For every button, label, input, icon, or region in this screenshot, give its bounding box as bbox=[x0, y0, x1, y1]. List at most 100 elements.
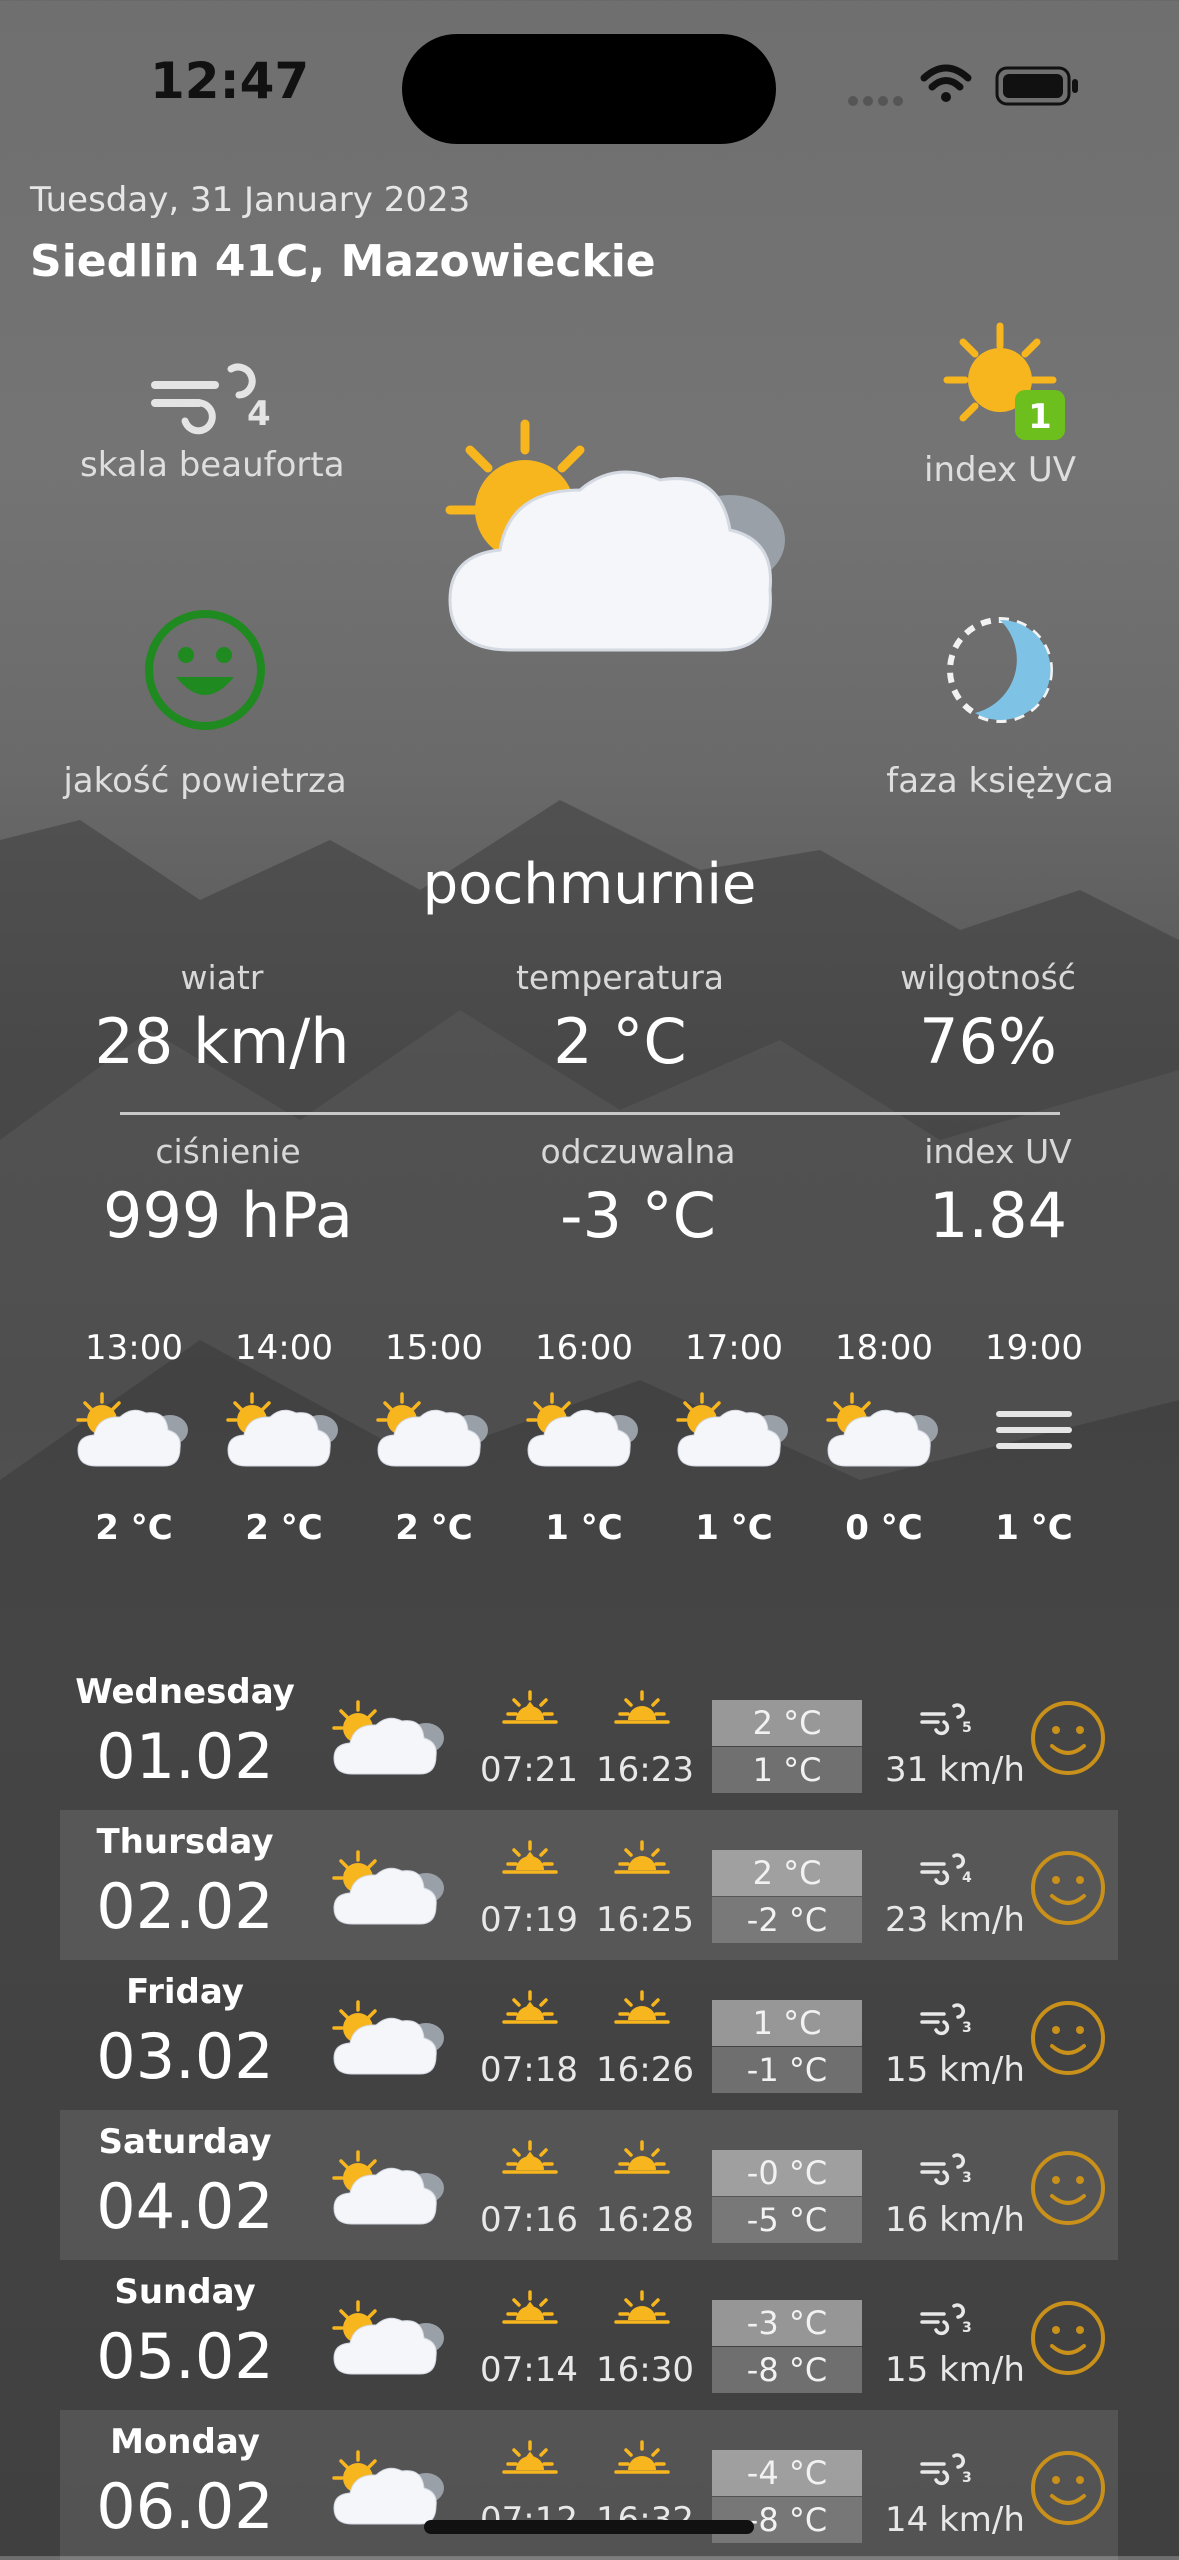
feels-like-stat: odczuwalna -3 °C bbox=[478, 1132, 798, 1252]
pressure-stat: ciśnienie 999 hPa bbox=[68, 1132, 388, 1252]
sunrise-time: 07:18 bbox=[480, 2050, 578, 2090]
day-date: 06.02 bbox=[96, 2470, 274, 2543]
daily-row[interactable]: Sunday 05.02 07:14 16:30 -3 °C -8 °C 15 km/h 3 bbox=[60, 2260, 1118, 2410]
daily-row[interactable]: Saturday 04.02 07:16 16:28 -0 °C -5 °C 16 km/h… bbox=[60, 2110, 1118, 2260]
wind-value: 28 km/h bbox=[94, 1005, 350, 1078]
humidity-value: 76% bbox=[919, 1005, 1057, 1078]
wind-speed: 15 km/h bbox=[885, 2350, 1025, 2390]
hourly-temp: 1 °C bbox=[695, 1508, 773, 1548]
day-date: 02.02 bbox=[96, 1870, 274, 1943]
feels-like-label: odczuwalna bbox=[540, 1132, 736, 1171]
svg-text:4: 4 bbox=[962, 1870, 972, 1886]
max-temp: -4 °C bbox=[712, 2450, 862, 2496]
air-quality-face-icon bbox=[1028, 1848, 1108, 1932]
max-temp: 2 °C bbox=[712, 1700, 862, 1746]
uv-widget[interactable]: 1 index UV bbox=[880, 320, 1120, 490]
min-temp: -1 °C bbox=[712, 2047, 862, 2093]
hourly-item: 14:00 2 °C bbox=[209, 1328, 359, 1548]
status-bar: 12:47 bbox=[0, 0, 1179, 170]
sunset-time: 16:30 bbox=[596, 2350, 694, 2390]
svg-text:3: 3 bbox=[962, 2170, 972, 2186]
wind-speed: 23 km/h bbox=[885, 1900, 1025, 1940]
air-quality-widget[interactable]: jakość powietrza bbox=[60, 605, 350, 801]
sunrise-icon bbox=[500, 2140, 560, 2184]
sunset-icon bbox=[612, 1840, 672, 1884]
hourly-time: 18:00 bbox=[835, 1328, 933, 1368]
max-temp: -0 °C bbox=[712, 2150, 862, 2196]
humidity-label: wilgotność bbox=[900, 958, 1076, 997]
partly-cloudy-icon bbox=[374, 1390, 494, 1474]
hourly-time: 17:00 bbox=[685, 1328, 783, 1368]
sunset-icon bbox=[612, 2290, 672, 2334]
day-date: 04.02 bbox=[96, 2170, 274, 2243]
day-date: 03.02 bbox=[96, 2020, 274, 2093]
pressure-value: 999 hPa bbox=[103, 1179, 353, 1252]
wind-label: wiatr bbox=[180, 958, 264, 997]
sunrise-icon bbox=[500, 2290, 560, 2334]
hourly-item: 13:00 2 °C bbox=[59, 1328, 209, 1548]
partly-cloudy-icon bbox=[74, 1390, 194, 1474]
min-temp: -5 °C bbox=[712, 2197, 862, 2243]
signal-dots-icon bbox=[848, 96, 903, 106]
air-quality-face-icon bbox=[1028, 1998, 1108, 2082]
location-name[interactable]: Siedlin 41C, Mazowieckie bbox=[30, 236, 656, 287]
day-name: Sunday bbox=[114, 2272, 256, 2312]
hourly-item: 15:00 2 °C bbox=[359, 1328, 509, 1548]
status-time: 12:47 bbox=[150, 52, 310, 110]
wind-icon: 3 bbox=[918, 2298, 978, 2342]
partly-cloudy-icon bbox=[524, 1390, 644, 1474]
hourly-time: 14:00 bbox=[235, 1328, 333, 1368]
daily-row[interactable]: Wednesday 01.02 07:21 16:23 2 °C 1 °C 31 km/h 5 bbox=[60, 1660, 1118, 1810]
happy-face-icon bbox=[145, 610, 265, 730]
moon-phase-label: faza księżyca bbox=[886, 761, 1114, 801]
beaufort-widget[interactable]: 4 skala beauforta bbox=[80, 345, 345, 485]
wind-speed: 15 km/h bbox=[885, 2050, 1025, 2090]
partly-cloudy-icon bbox=[330, 2298, 450, 2382]
svg-text:1: 1 bbox=[1028, 397, 1052, 437]
uv-sun-icon: 1 bbox=[943, 322, 1065, 440]
wind-icon: 4 bbox=[151, 363, 271, 435]
feels-like-value: -3 °C bbox=[560, 1179, 716, 1252]
wind-stat: wiatr 28 km/h bbox=[62, 958, 382, 1078]
uv-label: index UV bbox=[924, 450, 1076, 490]
moon-icon bbox=[947, 617, 1053, 723]
uv-index-value: 1.84 bbox=[928, 1179, 1068, 1252]
temperature-label: temperatura bbox=[515, 958, 725, 997]
sunset-icon bbox=[612, 1690, 672, 1734]
sunset-icon bbox=[612, 2440, 672, 2484]
wind-icon: 3 bbox=[918, 1998, 978, 2042]
condition-text: pochmurnie bbox=[422, 852, 757, 917]
day-date: 01.02 bbox=[96, 1720, 274, 1793]
svg-text:5: 5 bbox=[962, 1720, 972, 1736]
partly-cloudy-icon bbox=[824, 1390, 944, 1474]
stats-divider bbox=[120, 1112, 1060, 1115]
sunrise-icon bbox=[500, 1990, 560, 2034]
min-temp: -2 °C bbox=[712, 1897, 862, 1943]
moon-phase-widget[interactable]: faza księżyca bbox=[880, 605, 1120, 801]
day-name: Monday bbox=[110, 2422, 260, 2462]
daily-row[interactable]: Friday 03.02 07:18 16:26 1 °C -1 °C 15 km/h 3 bbox=[60, 1960, 1118, 2110]
wifi-icon bbox=[920, 64, 972, 102]
sunset-icon bbox=[612, 1990, 672, 2034]
hourly-time: 19:00 bbox=[985, 1328, 1083, 1368]
uv-index-stat: index UV 1.84 bbox=[838, 1132, 1158, 1252]
partly-cloudy-icon bbox=[330, 1998, 450, 2082]
wind-icon: 3 bbox=[918, 2448, 978, 2492]
hourly-item: 19:00 1 °C bbox=[959, 1328, 1109, 1548]
sunrise-time: 07:14 bbox=[480, 2350, 578, 2390]
partly-cloudy-icon bbox=[330, 1698, 450, 1782]
sunset-time: 16:26 bbox=[596, 2050, 694, 2090]
hourly-temp: 2 °C bbox=[245, 1508, 323, 1548]
hourly-item: 18:00 0 °C bbox=[809, 1328, 959, 1548]
sunset-icon bbox=[612, 2140, 672, 2184]
home-indicator[interactable] bbox=[424, 2520, 754, 2534]
daily-row[interactable]: Thursday 02.02 07:19 16:25 2 °C -2 °C 23 km/h 4 bbox=[60, 1810, 1118, 1960]
max-temp: 1 °C bbox=[712, 2000, 862, 2046]
current-date: Tuesday, 31 January 2023 bbox=[30, 180, 471, 220]
fog-icon bbox=[974, 1390, 1094, 1464]
daily-row[interactable]: Monday06.0207:1216:32-4 °C-8 °C14 km/h3 bbox=[60, 2410, 1118, 2560]
air-quality-face-icon bbox=[1028, 1698, 1108, 1782]
partly-cloudy-main-icon bbox=[445, 419, 785, 652]
partly-cloudy-icon bbox=[330, 2148, 450, 2232]
temperature-value: 2 °C bbox=[553, 1005, 687, 1078]
